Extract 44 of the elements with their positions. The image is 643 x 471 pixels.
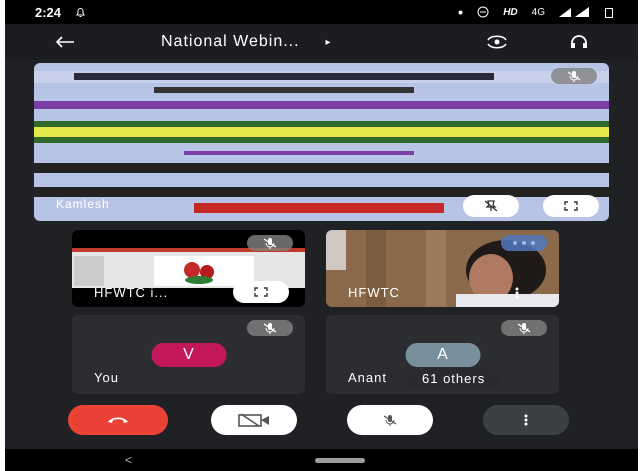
- fullscreen-button[interactable]: [543, 195, 599, 217]
- camera-off-icon: [236, 413, 270, 427]
- mic-off-icon: [517, 322, 531, 334]
- fullscreen-icon: [254, 287, 268, 297]
- do-not-disturb-icon: [477, 6, 490, 18]
- network-label: HD: [503, 6, 518, 18]
- participant-tile[interactable]: HFWTC i...: [72, 230, 305, 307]
- mic-off-icon: [567, 70, 581, 82]
- participant-name: Anant: [348, 370, 387, 385]
- pin-off-icon: [484, 200, 498, 212]
- mic-off-icon: [263, 322, 277, 334]
- camera-button[interactable]: [210, 405, 296, 435]
- headphones-icon[interactable]: [570, 35, 588, 49]
- participant-name: You: [94, 370, 119, 385]
- participant-name: HFWTC: [348, 285, 400, 300]
- participant-name: HFWTC i...: [94, 285, 168, 300]
- title-arrow[interactable]: ▸: [326, 36, 331, 48]
- more-icon[interactable]: [515, 287, 519, 299]
- participant-tile[interactable]: HFWTC: [326, 230, 559, 307]
- avatar: A: [405, 343, 480, 367]
- status-time: 2:24: [35, 4, 62, 20]
- participant-tile[interactable]: V You: [72, 315, 305, 394]
- participant-name: Kamlesh: [56, 197, 110, 211]
- phone-icon: [106, 416, 128, 424]
- back-button[interactable]: <: [125, 453, 132, 467]
- microphone-button[interactable]: [346, 405, 432, 435]
- home-handle[interactable]: [315, 458, 366, 462]
- fullscreen-button[interactable]: [233, 281, 289, 303]
- dot-icon: [458, 10, 464, 14]
- signal-type-label: 4G: [532, 6, 545, 18]
- fullscreen-icon: [564, 201, 578, 211]
- more-icon: [524, 414, 528, 426]
- battery-icon: [605, 6, 613, 18]
- mic-off-icon: [263, 237, 277, 249]
- participant-tile[interactable]: A Anant 61 others: [326, 315, 559, 394]
- mic-off-icon: [382, 414, 396, 426]
- bell-icon: [75, 6, 86, 18]
- hang-up-button[interactable]: [68, 405, 168, 435]
- unpin-button[interactable]: [463, 195, 519, 217]
- dots-icon: [512, 241, 536, 245]
- meeting-title[interactable]: National Webin...: [161, 33, 300, 51]
- avatar: V: [151, 343, 226, 367]
- signal-icon: [559, 7, 591, 17]
- back-arrow-icon[interactable]: [55, 36, 75, 48]
